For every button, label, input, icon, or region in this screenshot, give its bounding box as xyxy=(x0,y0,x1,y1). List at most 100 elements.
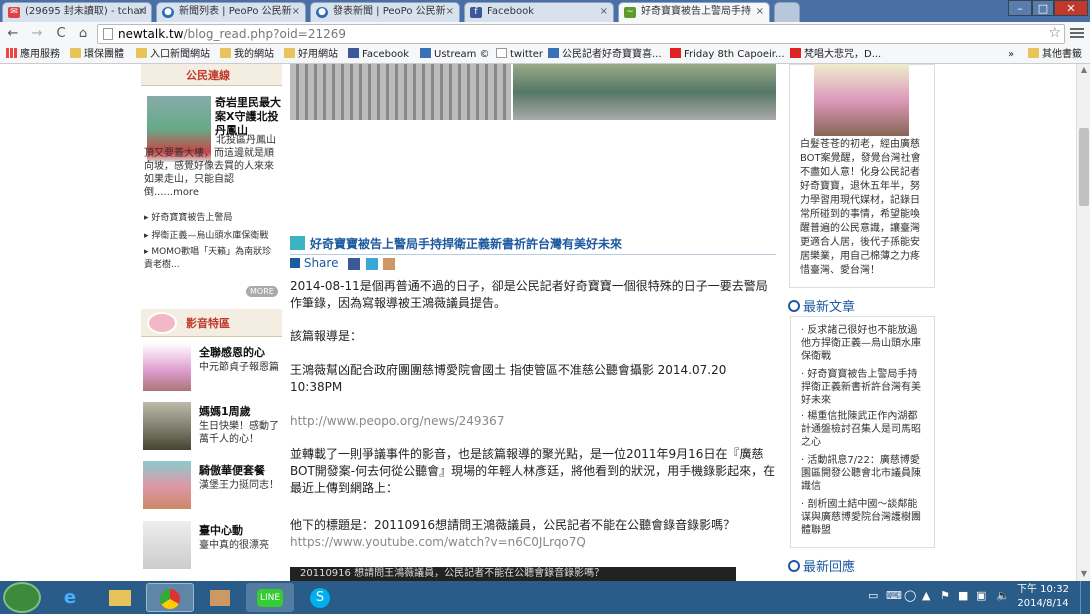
scrollbar-thumb[interactable] xyxy=(1079,128,1089,206)
feature-title[interactable]: 奇岩里民最大案X守護北投丹鳳山 xyxy=(215,96,281,138)
video-title[interactable]: 臺中心動 xyxy=(199,522,243,538)
display-tray-icon[interactable]: ▣ xyxy=(976,589,986,602)
close-tab-icon[interactable]: × xyxy=(446,3,454,21)
explorer-taskbar-icon[interactable] xyxy=(96,583,144,612)
menu-icon[interactable] xyxy=(1070,26,1084,40)
article-link[interactable]: http://www.peopo.org/news/249367 xyxy=(290,413,778,430)
video-thumbnail[interactable] xyxy=(143,461,191,509)
author-avatar xyxy=(814,64,909,136)
bookmarks-overflow[interactable]: » xyxy=(1008,48,1014,62)
network-tray-icon[interactable]: ▭ xyxy=(868,589,878,602)
video-desc: 臺中真的很漂亮 xyxy=(199,540,269,551)
maximize-button[interactable]: □ xyxy=(1032,0,1054,16)
show-hidden-icons-icon[interactable]: ▲ xyxy=(922,589,930,602)
back-button[interactable]: ← xyxy=(4,25,22,43)
scroll-up-arrow-icon[interactable]: ▲ xyxy=(1077,65,1090,74)
bookmark-env-groups[interactable]: 環保團體 xyxy=(70,48,124,62)
close-tab-icon[interactable]: × xyxy=(756,3,764,21)
ie-taskbar-icon[interactable]: e xyxy=(46,583,94,612)
apps-grid-icon xyxy=(6,48,17,58)
home-button[interactable]: ⌂ xyxy=(74,25,92,43)
forward-button[interactable]: → xyxy=(28,25,46,43)
close-tab-icon[interactable]: × xyxy=(292,3,300,21)
article-link[interactable]: https://www.youtube.com/watch?v=n6C0JLrq… xyxy=(290,534,778,551)
peopo-icon: ● xyxy=(162,7,174,18)
bookmarks-bar: 應用服務 環保團體 入口新聞網站 我的網站 好用網站 Facebook Ustr… xyxy=(0,46,1090,64)
tv-icon xyxy=(147,312,177,334)
scroll-down-arrow-icon[interactable]: ▼ xyxy=(1077,569,1090,578)
facebook-share-icon[interactable] xyxy=(348,258,360,270)
tab-peopo-news-list[interactable]: ● 新聞列表 | PeoPo 公民新 × xyxy=(156,2,306,22)
video-thumbnail[interactable] xyxy=(143,402,191,450)
civic-link-2[interactable]: ▸ 捍衛正義—烏山頭水庫保衛戰 xyxy=(144,228,268,241)
ustream-icon xyxy=(420,48,431,58)
article-title: 好奇寶寶被告上警局手持捍衛正義新書祈許台灣有美好未來 xyxy=(290,235,622,252)
bookmark-great-compassion-mantra[interactable]: 梵唱大悲咒，D... xyxy=(790,48,881,62)
skype-taskbar-icon[interactable]: S xyxy=(296,583,344,612)
embedded-video[interactable]: 20110916 想請問王鴻薇議員，公民記者不能在公聽會錄音錄影嗎？ xyxy=(290,567,736,581)
close-tab-icon[interactable]: × xyxy=(138,3,146,21)
video-title[interactable]: 媽媽1周歲 xyxy=(199,403,251,419)
tab-current-article[interactable]: ~ 好奇寶寶被告上警局手持 × xyxy=(618,2,770,22)
bookmark-facebook[interactable]: Facebook xyxy=(348,48,409,62)
line-taskbar-icon[interactable]: LINE xyxy=(246,583,294,612)
bookmark-my-sites[interactable]: 我的網站 xyxy=(220,48,274,62)
tab-facebook[interactable]: f Facebook × xyxy=(464,2,614,22)
video-thumbnail[interactable] xyxy=(143,521,191,569)
bookmark-ustream[interactable]: Ustream © xyxy=(420,48,490,62)
bookmark-star-icon[interactable]: ☆ xyxy=(1048,25,1061,41)
show-desktop-button[interactable] xyxy=(1080,581,1090,614)
url-text: newtalk.tw/blog_read.php?oid=21269 xyxy=(118,27,347,41)
minimize-button[interactable]: – xyxy=(1008,0,1032,16)
latest-articles-header: 最新文章 xyxy=(788,296,855,315)
civic-link-1[interactable]: ▸ 好奇寶寶被告上警局 xyxy=(144,210,232,223)
video-title[interactable]: 騎傲華便套餐 xyxy=(199,462,265,478)
video-title[interactable]: 全聯感恩的心 xyxy=(199,344,265,360)
latest-article-item[interactable]: · 楊重信批陳武正作內湖都計通盤檢討召集人是司馬昭之心 xyxy=(801,410,923,449)
tab-peopo-post-news[interactable]: ● 發表新聞 | PeoPo 公民新 × xyxy=(310,2,460,22)
latest-article-item[interactable]: · 活動訊息7/22：廣慈博愛園區開發公聽會北市議員陳識信 xyxy=(801,454,923,493)
facebook-icon: f xyxy=(470,7,482,18)
circle-icon xyxy=(788,300,800,312)
article-paragraph: 他下的標題是：20110916想請問王鴻薇議員，公民記者不能在公聽會錄音錄影嗎？ xyxy=(290,518,736,532)
reload-button[interactable]: C xyxy=(52,25,70,43)
civic-link-3[interactable]: ▸ MOMO歡唱「天籟」為南狀珍貴老樹... xyxy=(144,246,280,272)
bookmark-apps[interactable]: 應用服務 xyxy=(6,48,60,62)
bookmark-twitter[interactable]: twitter xyxy=(496,48,543,62)
address-bar[interactable]: newtalk.tw/blog_read.php?oid=21269 ☆ xyxy=(97,24,1065,44)
more-button[interactable]: MORE xyxy=(246,286,278,297)
plurk-share-icon[interactable] xyxy=(383,258,395,270)
system-clock[interactable]: 下午 10:32 2014/8/14 xyxy=(1017,583,1069,611)
volume-icon[interactable]: 🔈 xyxy=(996,589,1010,602)
flag-tray-icon[interactable]: ⚑ xyxy=(940,589,950,602)
facebook-icon xyxy=(348,48,359,58)
bookmark-friday-capoeira[interactable]: Friday 8th Capoeir... xyxy=(670,48,785,62)
security-tray-icon[interactable]: ■ xyxy=(958,589,968,602)
video-desc: 生日快樂！感動了萬千人的心！ xyxy=(199,421,279,445)
share-button[interactable]: Share xyxy=(290,256,338,270)
close-tab-icon[interactable]: × xyxy=(600,3,608,21)
page-icon xyxy=(496,48,507,58)
chrome-taskbar-icon[interactable] xyxy=(146,583,194,612)
latest-article-item[interactable]: · 剖析國土結中國～談鄰能谋與廣慈博愛院台灣護樹團體聯盟 xyxy=(801,498,923,537)
share-icon xyxy=(290,258,300,268)
twitter-share-icon[interactable] xyxy=(366,258,378,270)
bookmark-useful-sites[interactable]: 好用網站 xyxy=(284,48,338,62)
video-thumbnail[interactable] xyxy=(143,343,191,391)
bookmark-citizen-reporter[interactable]: 公民記者好奇寶寶喜... xyxy=(548,48,662,62)
civic-link-header: 公民連線 xyxy=(141,64,282,86)
bookmark-news-portals[interactable]: 入口新聞網站 xyxy=(136,48,210,62)
page-scrollbar[interactable]: ▲ ▼ xyxy=(1076,64,1090,581)
tab-gmail[interactable]: ✉ (29695 封未讀取) - tcharl × xyxy=(2,2,152,22)
ustream-icon xyxy=(548,48,559,58)
start-button[interactable] xyxy=(3,582,41,613)
close-window-button[interactable]: ✕ xyxy=(1054,0,1088,16)
bookmark-other[interactable]: 其他書籤 xyxy=(1028,48,1082,62)
new-tab-button[interactable] xyxy=(774,2,800,22)
latest-article-item[interactable]: · 好奇寶寶被告上警局手持捍衛正義新書祈許台灣有美好未來 xyxy=(801,368,923,407)
video-desc: 中元節貞子報恩篇 xyxy=(199,362,279,373)
latest-article-item[interactable]: · 反求諸己很好也不能放過他方捍衛正義—烏山頭水庫保衛戰 xyxy=(801,324,923,363)
paint-taskbar-icon[interactable] xyxy=(196,583,244,612)
chat-tray-icon[interactable]: ◯ xyxy=(904,589,916,602)
keyboard-tray-icon[interactable]: ⌨ xyxy=(886,589,902,602)
